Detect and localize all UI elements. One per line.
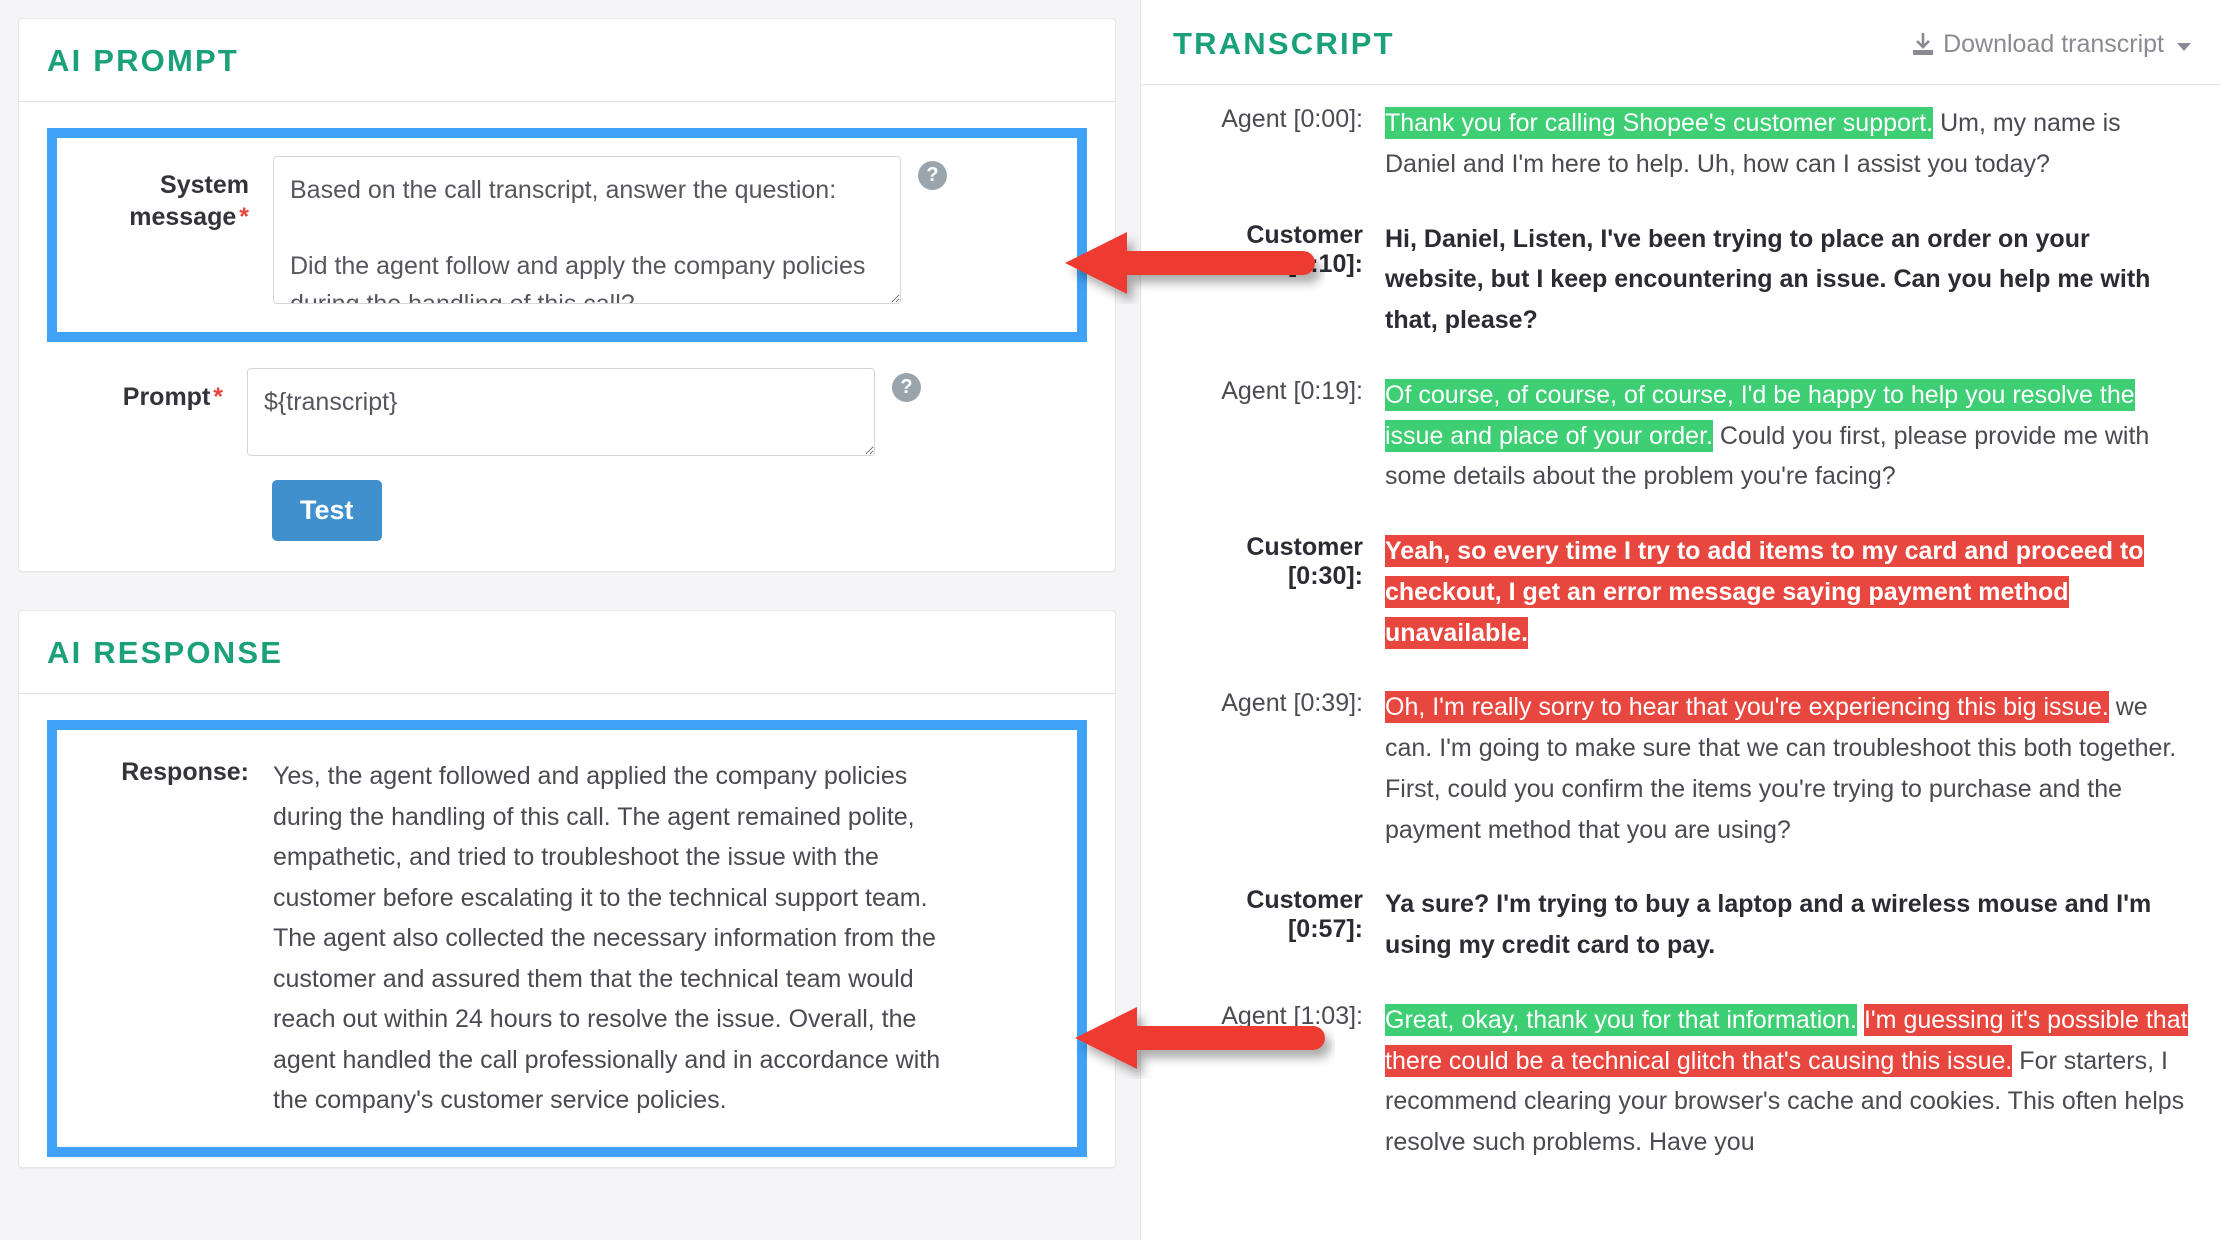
ai-response-card: AI RESPONSE Response: Yes, the agent fol… — [18, 610, 1116, 1168]
system-message-input[interactable] — [273, 156, 901, 304]
transcript-text: Ya sure? I'm trying to buy a laptop and … — [1385, 884, 2191, 966]
help-circle-icon-system[interactable]: ? — [918, 161, 947, 190]
response-label: Response: — [121, 758, 249, 786]
transcript-highlight-red: Oh, I'm really sorry to hear that you're… — [1385, 691, 2109, 724]
transcript-entry: Customer [0:30]: Yeah, so every time I tr… — [1167, 531, 2191, 653]
required-asterisk: * — [239, 203, 249, 231]
system-message-label-text: System message — [129, 171, 249, 231]
download-icon — [1912, 32, 1934, 56]
transcript-segment — [1857, 1006, 1864, 1034]
caret-down-icon — [2177, 43, 2191, 51]
page-root: AI PROMPT System message* ? — [0, 0, 2221, 1240]
test-button[interactable]: Test — [272, 480, 382, 541]
response-text: Yes, the agent followed and applied the … — [273, 762, 941, 1114]
transcript-entry: Agent [0:39]: Oh, I'm really sorry to hea… — [1167, 687, 2191, 850]
transcript-highlight-green: Thank you for calling Shopee's customer … — [1385, 107, 1934, 139]
transcript-card: TRANSCRIPT Download transcript Agent [0:… — [1140, 0, 2221, 1240]
transcript-segment: Hi, Daniel, Listen, I've been trying to … — [1385, 224, 2151, 335]
left-column: AI PROMPT System message* ? — [0, 0, 1140, 1168]
download-transcript-button[interactable]: Download transcript — [1912, 30, 2191, 59]
response-row: Response: Yes, the agent followed and ap… — [73, 756, 1061, 1121]
transcript-text: Oh, I'm really sorry to hear that you're… — [1385, 687, 2191, 850]
help-circle-icon-prompt[interactable]: ? — [892, 373, 921, 402]
transcript-title: TRANSCRIPT — [1173, 26, 1395, 61]
ai-prompt-title: AI PROMPT — [47, 43, 240, 78]
right-column: TRANSCRIPT Download transcript Agent [0:… — [1140, 0, 2221, 1240]
ai-response-title: AI RESPONSE — [47, 635, 284, 670]
transcript-text: Great, okay, thank you for that informat… — [1385, 1000, 2191, 1163]
prompt-input[interactable] — [247, 368, 875, 456]
ai-response-body: Response: Yes, the agent followed and ap… — [19, 694, 1115, 1167]
transcript-header: TRANSCRIPT Download transcript — [1141, 0, 2221, 85]
transcript-speaker: Customer [0:30]: — [1246, 533, 1363, 590]
transcript-entry: Agent [1:03]: Great, okay, thank you for … — [1167, 1000, 2191, 1163]
transcript-speaker: Agent [0:00]: — [1221, 105, 1363, 133]
transcript-text: Of course, of course, of course, I'd be … — [1385, 375, 2191, 497]
ai-response-header: AI RESPONSE — [19, 611, 1115, 694]
required-asterisk-prompt: * — [213, 383, 223, 411]
transcript-entry: Agent [0:19]: Of course, of course, of co… — [1167, 375, 2191, 497]
ai-prompt-card: AI PROMPT System message* ? — [18, 18, 1116, 572]
transcript-entry: Customer [0:57]: Ya sure? I'm trying to b… — [1167, 884, 2191, 966]
transcript-entry: Agent [0:00]: Thank you for calling Shope… — [1167, 103, 2191, 185]
system-message-highlight-box: System message* ? — [47, 128, 1087, 342]
ai-prompt-body: System message* ? Prompt* ? — [19, 102, 1115, 571]
transcript-highlight-green: Great, okay, thank you for that informat… — [1385, 1003, 1857, 1036]
transcript-entry: Customer [0:10]: Hi, Daniel, Listen, I've… — [1167, 219, 2191, 341]
transcript-speaker: Customer [0:57]: — [1246, 886, 1363, 944]
system-message-field-wrap: ? — [273, 156, 947, 304]
ai-prompt-header: AI PROMPT — [19, 19, 1115, 102]
download-transcript-label: Download transcript — [1943, 29, 2164, 58]
transcript-list: Agent [0:00]: Thank you for calling Shope… — [1141, 85, 2221, 1207]
transcript-speaker: Agent [1:03]: — [1221, 1001, 1363, 1030]
response-highlight-box: Response: Yes, the agent followed and ap… — [47, 720, 1087, 1157]
transcript-speaker: Agent [0:39]: — [1221, 689, 1363, 718]
transcript-speaker: Customer [0:10]: — [1246, 220, 1363, 278]
prompt-label-text: Prompt — [122, 383, 211, 411]
system-message-row: System message* ? — [73, 156, 1061, 304]
prompt-field-wrap: ? — [247, 368, 921, 456]
transcript-text: Yeah, so every time I try to add items t… — [1385, 531, 2191, 653]
transcript-highlight-red: Yeah, so every time I try to add items t… — [1385, 535, 2144, 649]
transcript-text: Hi, Daniel, Listen, I've been trying to … — [1385, 219, 2191, 341]
system-message-label: System message * — [73, 156, 273, 233]
transcript-speaker: Agent [0:19]: — [1221, 376, 1363, 405]
transcript-segment: Ya sure? I'm trying to buy a laptop and … — [1385, 890, 2152, 959]
test-button-row: Test — [47, 480, 1087, 541]
prompt-label: Prompt * — [47, 368, 247, 413]
transcript-text: Thank you for calling Shopee's customer … — [1385, 103, 2191, 185]
prompt-row: Prompt* ? — [47, 368, 1087, 456]
